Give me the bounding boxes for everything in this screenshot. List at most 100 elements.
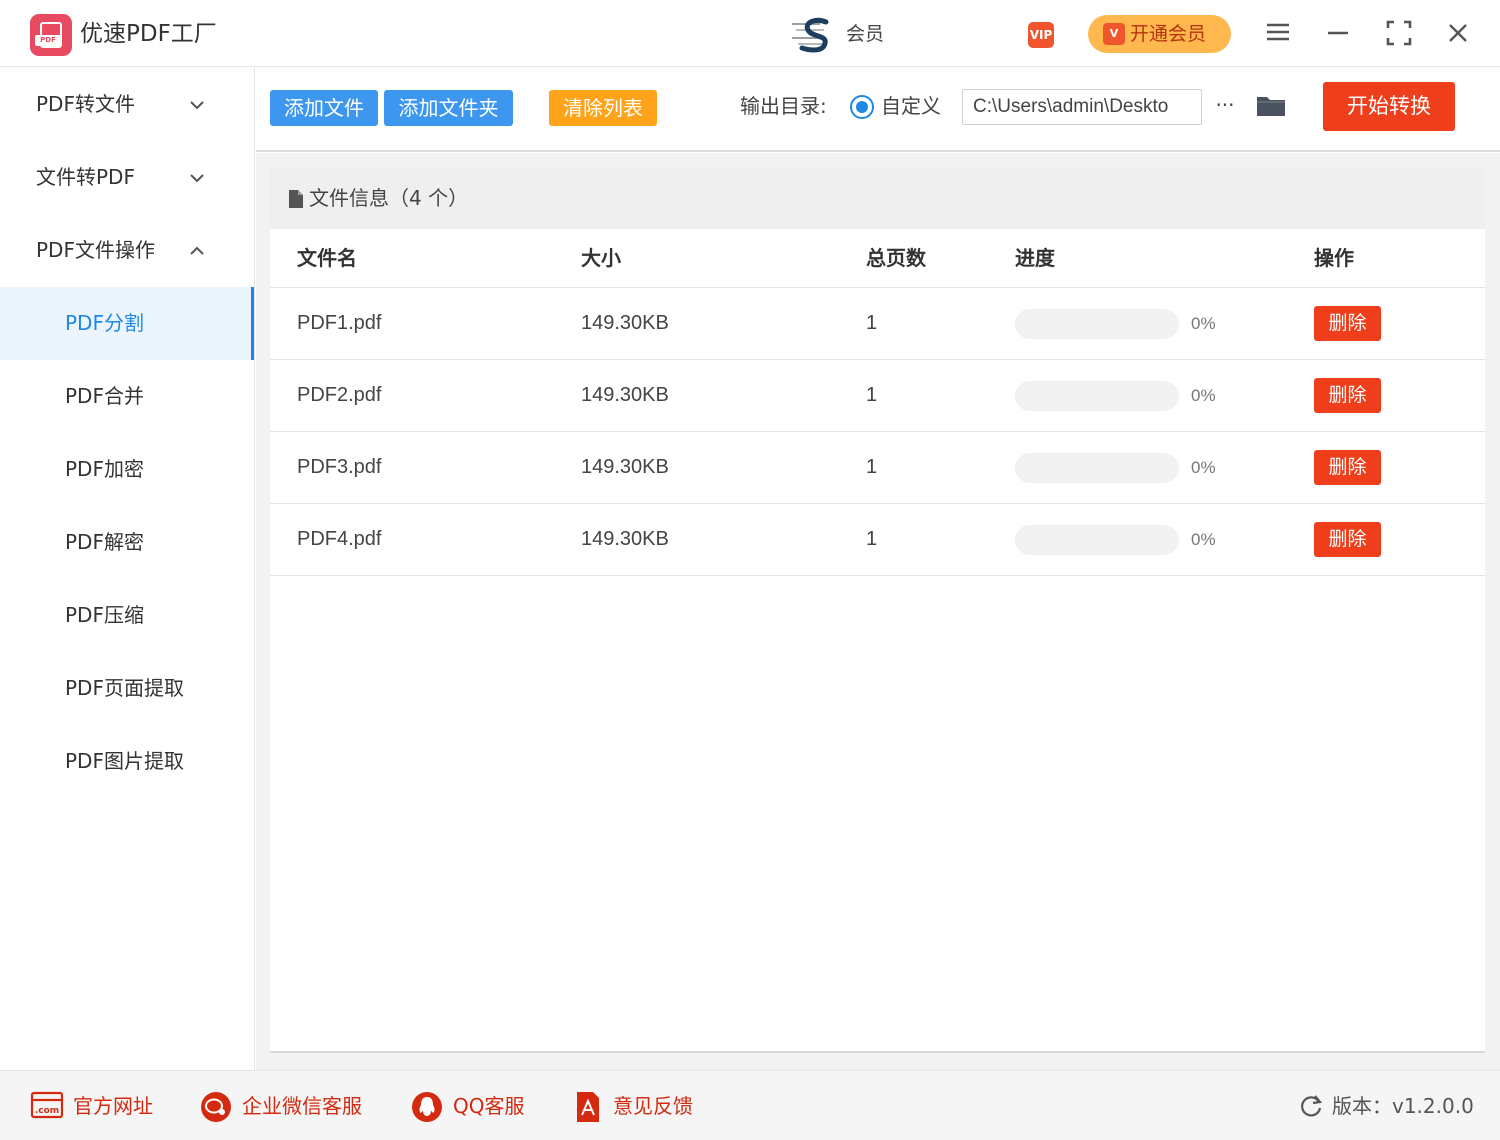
sidebar-group-file-to-pdf[interactable]: 文件转PDF <box>0 141 254 214</box>
sidebar-item-pdf-decrypt[interactable]: PDF解密 <box>0 506 254 579</box>
progress-bar <box>1015 309 1179 339</box>
wechat-service-label: 企业微信客服 <box>242 1094 362 1118</box>
progress-bar <box>1015 381 1179 411</box>
table-header: 文件名 大小 总页数 进度 操作 <box>270 229 1485 288</box>
website-icon-label: .com <box>35 1106 59 1116</box>
menu-icon <box>1267 23 1289 41</box>
sidebar-group-pdf-to-file[interactable]: PDF转文件 <box>0 68 254 141</box>
sidebar: PDF转文件 文件转PDF PDF文件操作 PDF分割 PDF合并 PDF加密 … <box>0 68 255 1070</box>
page-count: 1 <box>866 456 878 478</box>
refresh-icon[interactable] <box>1298 1093 1324 1119</box>
file-name: PDF1.pdf <box>297 312 382 334</box>
add-file-button[interactable]: 添加文件 <box>270 90 378 126</box>
chevron-up-icon <box>190 246 204 255</box>
sidebar-item-pdf-merge[interactable]: PDF合并 <box>0 360 254 433</box>
table-row: PDF4.pdf 149.30KB 1 0% 删除 <box>270 504 1485 576</box>
file-icon <box>289 190 303 208</box>
add-folder-button[interactable]: 添加文件夹 <box>384 90 513 126</box>
page-count: 1 <box>866 528 878 550</box>
output-dir-label: 输出目录: <box>740 94 827 118</box>
file-size: 149.30KB <box>581 384 669 406</box>
sidebar-item-pdf-encrypt[interactable]: PDF加密 <box>0 433 254 506</box>
upgrade-vip-button[interactable]: V 开通会员 <box>1088 15 1231 53</box>
chevron-down-icon <box>190 174 204 183</box>
browse-more-button[interactable]: ··· <box>1211 90 1239 120</box>
progress-percent: 0% <box>1191 458 1216 477</box>
progress-bar <box>1015 453 1179 483</box>
delete-button[interactable]: 删除 <box>1314 450 1381 485</box>
app-title: 优速PDF工厂 <box>80 21 217 47</box>
website-label: 官方网址 <box>73 1094 153 1118</box>
column-header-operation: 操作 <box>1314 246 1354 270</box>
column-header-pages: 总页数 <box>866 246 926 270</box>
column-header-progress: 进度 <box>1015 246 1055 270</box>
user-name: 会员 <box>846 23 885 45</box>
delete-button[interactable]: 删除 <box>1314 378 1381 413</box>
progress-percent: 0% <box>1191 314 1216 333</box>
close-button[interactable] <box>1440 15 1476 51</box>
start-convert-button[interactable]: 开始转换 <box>1323 82 1455 131</box>
clear-list-button[interactable]: 清除列表 <box>549 90 657 126</box>
panel-title: 文件信息（4 个） <box>309 186 469 210</box>
panel-header: 文件信息（4 个） <box>270 168 1485 229</box>
delete-button[interactable]: 删除 <box>1314 522 1381 557</box>
app-logo-label: PDF <box>35 35 61 46</box>
sidebar-group-label: PDF文件操作 <box>36 238 155 262</box>
toolbar: 添加文件 添加文件夹 清除列表 输出目录: 自定义 ··· 开始转换 <box>256 68 1500 152</box>
custom-output-label[interactable]: 自定义 <box>881 92 941 120</box>
close-icon <box>1449 24 1467 42</box>
vip-icon: VIP <box>1028 22 1054 48</box>
sidebar-item-pdf-image-extract[interactable]: PDF图片提取 <box>0 725 254 798</box>
custom-output-radio[interactable] <box>850 95 874 119</box>
wechat-icon <box>201 1092 231 1122</box>
wechat-service-link[interactable]: 企业微信客服 <box>199 1089 362 1123</box>
progress-percent: 0% <box>1191 530 1216 549</box>
qq-service-label: QQ客服 <box>453 1094 525 1118</box>
chevron-down-icon <box>190 101 204 110</box>
page-count: 1 <box>866 312 878 334</box>
progress-percent: 0% <box>1191 386 1216 405</box>
file-name: PDF2.pdf <box>297 384 382 406</box>
sidebar-item-pdf-split[interactable]: PDF分割 <box>0 287 254 360</box>
maximize-icon <box>1386 20 1412 46</box>
feedback-link[interactable]: 意见反馈 <box>575 1089 693 1123</box>
sidebar-group-label: 文件转PDF <box>36 165 135 189</box>
footer: .com 官方网址 企业微信客服 QQ客服 意见反馈 版本：v1.2.0.0 <box>0 1070 1500 1140</box>
delete-button[interactable]: 删除 <box>1314 306 1381 341</box>
file-size: 149.30KB <box>581 456 669 478</box>
website-icon: .com <box>30 1091 64 1119</box>
sidebar-item-pdf-compress[interactable]: PDF压缩 <box>0 579 254 652</box>
table-row: PDF3.pdf 149.30KB 1 0% 删除 <box>270 432 1485 504</box>
upgrade-vip-label: 开通会员 <box>1130 23 1207 45</box>
output-path-input[interactable] <box>962 89 1202 125</box>
folder-icon[interactable] <box>1254 90 1288 120</box>
sidebar-item-pdf-page-extract[interactable]: PDF页面提取 <box>0 652 254 725</box>
column-header-name: 文件名 <box>297 246 357 270</box>
file-list-panel: 文件信息（4 个） 文件名 大小 总页数 进度 操作 PDF1.pdf 149.… <box>270 168 1485 1053</box>
feedback-label: 意见反馈 <box>613 1094 693 1118</box>
file-name: PDF3.pdf <box>297 456 382 478</box>
sidebar-group-label: PDF转文件 <box>36 92 135 116</box>
file-size: 149.30KB <box>581 528 669 550</box>
page-count: 1 <box>866 384 878 406</box>
qq-service-link[interactable]: QQ客服 <box>410 1089 524 1123</box>
website-link[interactable]: .com 官方网址 <box>30 1089 153 1123</box>
table-row: PDF1.pdf 149.30KB 1 0% 删除 <box>270 288 1485 360</box>
title-bar: PDF 优速PDF工厂 会员 VIP V 开通会员 <box>0 0 1500 67</box>
column-header-size: 大小 <box>581 246 621 270</box>
brand-s-icon <box>792 17 829 53</box>
maximize-button[interactable] <box>1381 15 1417 51</box>
version-label: 版本：v1.2.0.0 <box>1332 1094 1474 1118</box>
feedback-icon <box>577 1092 599 1122</box>
file-size: 149.30KB <box>581 312 669 334</box>
menu-button[interactable] <box>1260 15 1296 51</box>
table-row: PDF2.pdf 149.30KB 1 0% 删除 <box>270 360 1485 432</box>
vip-icon: V <box>1103 23 1125 45</box>
file-name: PDF4.pdf <box>297 528 382 550</box>
qq-icon <box>412 1092 442 1122</box>
progress-bar <box>1015 525 1179 555</box>
app-logo-icon: PDF <box>30 14 72 56</box>
minimize-icon <box>1328 31 1348 35</box>
sidebar-group-pdf-operations[interactable]: PDF文件操作 <box>0 214 254 287</box>
minimize-button[interactable] <box>1320 15 1356 51</box>
